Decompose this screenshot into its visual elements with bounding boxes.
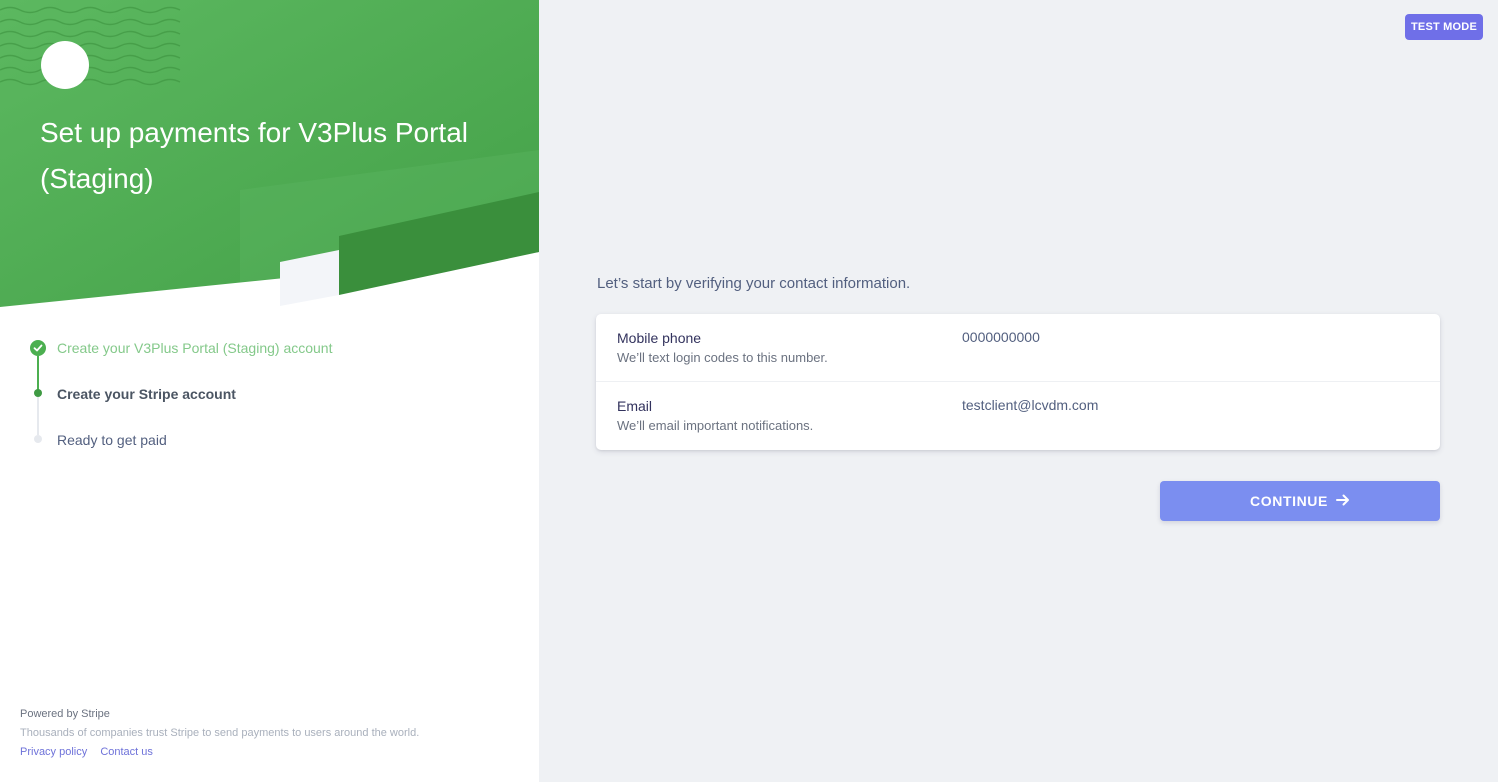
powered-by-stripe: Powered by Stripe [20,708,110,720]
footer: Powered by Stripe Thousands of companies… [20,705,419,762]
step-connector [37,356,39,392]
mobile-phone-value: 0000000000 [962,329,1040,345]
platform-logo [41,41,89,89]
email-row[interactable]: Email We’ll email important notification… [596,382,1440,450]
step-current-dot [34,389,42,397]
step-create-stripe-account: Create your Stripe account [57,386,236,402]
check-icon [30,340,46,356]
email-description: We’ll email important notifications. [617,418,814,433]
contact-us-link[interactable]: Contact us [100,746,153,758]
mobile-phone-row[interactable]: Mobile phone We’ll text login codes to t… [596,314,1440,382]
arrow-right-icon [1335,493,1350,509]
step-create-platform-account: Create your V3Plus Portal (Staging) acco… [57,340,333,356]
email-label: Email [617,398,653,414]
step-ready-to-get-paid: Ready to get paid [57,432,167,448]
step-connector [37,397,39,435]
test-mode-badge: TEST MODE [1405,14,1483,40]
intro-text: Let’s start by verifying your contact in… [597,275,911,292]
trust-message: Thousands of companies trust Stripe to s… [20,727,420,739]
page-title: Set up payments for V3Plus Portal (Stagi… [40,117,468,194]
mobile-phone-label: Mobile phone [617,330,702,346]
hero-banner: Set up payments for V3Plus Portal (Stagi… [0,0,539,320]
continue-button[interactable]: CONTINUE [1160,481,1440,521]
continue-label: CONTINUE [1250,493,1328,509]
email-value: testclient@lcvdm.com [962,397,1099,413]
left-panel: Set up payments for V3Plus Portal (Stagi… [0,0,539,782]
footer-links: Privacy policy Contact us [20,743,419,762]
step-upcoming-dot [34,435,42,443]
privacy-policy-link[interactable]: Privacy policy [20,746,87,758]
mobile-phone-description: We’ll text login codes to this number. [617,350,828,365]
contact-info-card: Mobile phone We’ll text login codes to t… [596,314,1440,450]
